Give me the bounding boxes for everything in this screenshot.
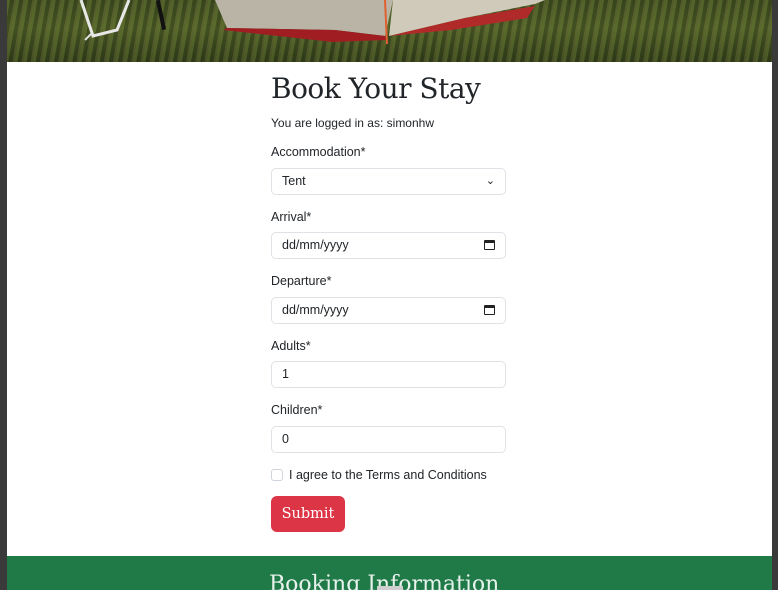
arrival-placeholder: dd/mm/yyyy — [282, 238, 349, 252]
departure-date-input[interactable]: dd/mm/yyyy — [271, 297, 506, 324]
page-title: Book Your Stay — [271, 72, 481, 105]
arrival-label: Arrival* — [271, 210, 312, 224]
terms-label[interactable]: I agree to the Terms and Conditions — [289, 468, 487, 482]
adults-input[interactable]: 1 — [271, 361, 506, 388]
children-input[interactable]: 0 — [271, 426, 506, 453]
departure-label: Departure* — [271, 274, 332, 288]
terms-checkbox[interactable] — [271, 469, 283, 481]
children-label: Children* — [271, 403, 323, 417]
departure-placeholder: dd/mm/yyyy — [282, 303, 349, 317]
camp-chair-image — [79, 0, 131, 41]
footer: Booking Information — [7, 556, 772, 590]
chevron-down-icon: ⌄ — [485, 175, 495, 187]
accommodation-label: Accommodation* — [271, 145, 366, 159]
accommodation-select[interactable]: Tent ⌄ — [271, 168, 506, 195]
hero-image — [7, 0, 772, 62]
arrival-date-input[interactable]: dd/mm/yyyy — [271, 232, 506, 259]
calendar-icon[interactable] — [484, 240, 495, 250]
window-edge-marker — [377, 586, 403, 590]
adults-value: 1 — [282, 367, 289, 381]
submit-button[interactable]: Submit — [271, 496, 345, 532]
adults-label: Adults* — [271, 339, 311, 353]
tent-image — [215, 0, 545, 44]
children-value: 0 — [282, 432, 289, 446]
calendar-icon[interactable] — [484, 305, 495, 315]
logged-in-text: You are logged in as: simonhw — [271, 116, 434, 130]
browser-viewport: Book Your Stay You are logged in as: sim… — [7, 0, 772, 590]
accommodation-value: Tent — [282, 174, 306, 188]
